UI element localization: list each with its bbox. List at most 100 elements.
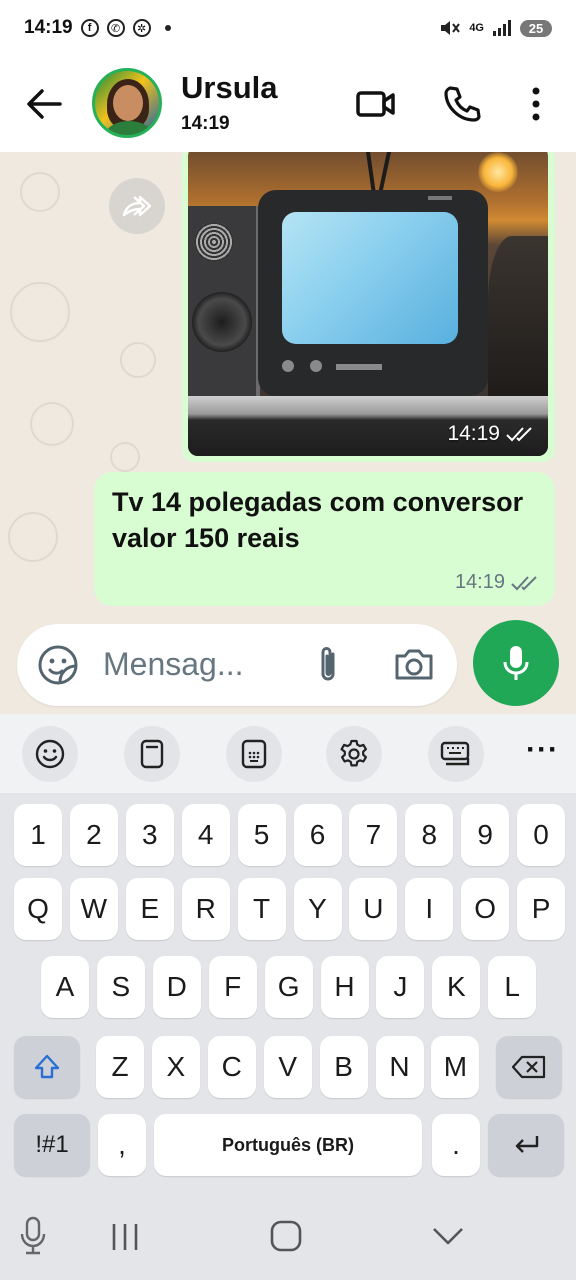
recent-apps-button[interactable] [108,1216,142,1256]
home-button[interactable] [268,1216,304,1256]
backspace-key[interactable] [496,1036,562,1098]
battery-indicator: 25 [520,19,552,37]
contact-avatar[interactable] [92,68,162,138]
network-type: 4G [469,22,484,34]
key-o[interactable]: O [461,878,510,940]
key-m[interactable]: M [431,1036,480,1098]
contact-name[interactable]: Ursula [181,70,277,106]
keyboard: 1 2 3 4 5 6 7 8 9 0 Q W E R T Y U I O P A S D F G H J K L Z X C V B N M !#1,… [0,794,576,1190]
key-4[interactable]: 4 [181,804,230,866]
chat-header: Ursula 14:19 [0,56,576,152]
key-p[interactable]: P [517,878,566,940]
chevron-down-icon [433,1228,463,1245]
double-check-icon [506,427,532,442]
text-message-meta: 14:19 [455,571,539,594]
message-text: Tv 14 polegadas com conversor valor 150 … [112,487,524,553]
more-notifications-dot-icon [164,25,171,31]
key-6[interactable]: 6 [293,804,342,866]
key-a[interactable]: A [41,956,89,1018]
status-time: 14:19 [24,17,73,38]
key-f[interactable]: F [208,956,257,1018]
forward-button[interactable] [109,178,165,234]
key-e[interactable]: E [125,878,174,940]
double-check-icon [511,575,537,590]
attach-button[interactable] [309,644,347,686]
image-message-meta: 14:19 [447,422,534,446]
message-input[interactable]: Mensag... [103,646,244,683]
key-d[interactable]: D [152,956,201,1018]
clipboard-button[interactable] [124,726,180,782]
key-v[interactable]: V [263,1036,312,1098]
key-b[interactable]: B [319,1036,368,1098]
key-9[interactable]: 9 [461,804,510,866]
shift-key[interactable] [14,1036,80,1098]
key-w[interactable]: W [69,878,118,940]
key-t[interactable]: T [237,878,286,940]
key-k[interactable]: K [432,956,481,1018]
wallpaper-doodle [110,442,140,472]
message-photo[interactable]: 14:19 [188,152,548,456]
enter-key[interactable] [488,1114,564,1176]
key-c[interactable]: C [207,1036,256,1098]
back-button[interactable] [24,86,64,122]
wallpaper-doodle [30,402,74,446]
key-i[interactable]: I [405,878,454,940]
sticker-button[interactable] [37,644,79,686]
facebook-icon: f [80,19,99,37]
video-call-button[interactable] [354,82,398,126]
more-options-button[interactable] [514,82,558,126]
voice-call-button[interactable] [440,82,484,126]
text-message-bubble[interactable]: Tv 14 polegadas com conversor valor 150 … [94,472,555,606]
keyboard-icon [440,741,470,766]
voice-message-button[interactable] [473,620,559,706]
key-h[interactable]: H [320,956,369,1018]
key-y[interactable]: Y [293,878,342,940]
key-3[interactable]: 3 [125,804,174,866]
key-x[interactable]: X [151,1036,200,1098]
message-composer: Mensag... [17,624,457,706]
camera-button[interactable] [391,644,437,686]
one-handed-keyboard-button[interactable] [226,726,282,782]
paperclip-icon [321,647,335,681]
image-message-bubble[interactable]: 14:19 [182,152,555,462]
message-time: 14:19 [454,571,505,593]
wallpaper-doodle [8,512,58,562]
key-g[interactable]: G [264,956,313,1018]
camera-icon [395,649,433,680]
key-7[interactable]: 7 [349,804,398,866]
whatsapp-icon: ✆ [106,19,125,37]
key-5[interactable]: 5 [237,804,286,866]
key-1[interactable]: 1 [14,804,62,866]
phone-icon [444,86,481,122]
more-tools-button[interactable]: ··· [526,735,559,765]
key-8[interactable]: 8 [405,804,454,866]
voice-input-button[interactable] [18,1216,48,1256]
key-u[interactable]: U [349,878,398,940]
message-time: 14:19 [447,422,500,445]
comma-key[interactable]: , [98,1114,146,1176]
key-0[interactable]: 0 [517,804,566,866]
key-l[interactable]: L [488,956,537,1018]
space-key[interactable]: Português (BR) [154,1114,422,1176]
key-j[interactable]: J [376,956,425,1018]
key-z[interactable]: Z [96,1036,144,1098]
key-r[interactable]: R [181,878,230,940]
key-n[interactable]: N [375,1036,424,1098]
clipboard-icon [140,739,164,769]
keyboard-settings-button[interactable] [326,726,382,782]
period-key[interactable]: . [432,1114,480,1176]
key-2[interactable]: 2 [69,804,118,866]
arrow-left-icon [27,89,62,119]
hide-keyboard-button[interactable] [428,1216,468,1256]
signal-icon [493,20,511,36]
key-q[interactable]: Q [14,878,62,940]
status-bar: 14:19 f ✆ ✲ 4G 25 [0,0,576,56]
system-nav-bar [0,1190,576,1280]
symbols-key[interactable]: !#1 [14,1114,90,1176]
emoji-button[interactable] [22,726,78,782]
aperture-icon: ✲ [132,19,151,37]
key-s[interactable]: S [96,956,145,1018]
wallpaper-doodle [20,172,60,212]
keyboard-mode-button[interactable] [428,726,484,782]
sticker-icon [38,645,78,685]
